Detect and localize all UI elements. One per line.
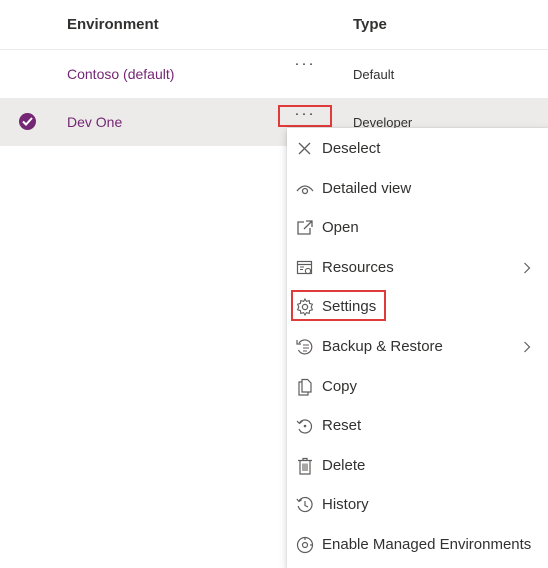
eye-icon: [295, 179, 315, 199]
open-in-new-window-icon: [295, 218, 315, 238]
close-icon: [295, 139, 315, 159]
more-actions-button[interactable]: ···: [278, 105, 332, 127]
menu-item-label: Resources: [322, 259, 394, 276]
menu-item-detailed-view[interactable]: Detailed view: [287, 169, 548, 207]
history-icon: [295, 495, 315, 515]
menu-item-backup-restore[interactable]: Backup & Restore: [287, 327, 548, 365]
menu-item-label: Copy: [322, 378, 358, 395]
menu-item-label: Enable Managed Environments: [322, 536, 532, 553]
menu-item-label: Reset: [322, 417, 362, 434]
more-actions-button[interactable]: ···: [278, 56, 332, 79]
table-row[interactable]: Contoso (default) ··· Default: [0, 50, 548, 99]
menu-item-history[interactable]: History: [287, 485, 548, 523]
menu-item-label: Open: [322, 219, 359, 236]
menu-item-deselect[interactable]: Deselect: [287, 129, 548, 167]
trash-icon: [295, 456, 315, 476]
resources-icon: [295, 258, 315, 278]
chevron-right-icon: [523, 340, 531, 358]
chevron-right-icon: [523, 261, 531, 279]
backup-restore-icon: [295, 337, 315, 357]
menu-item-label: Backup & Restore: [322, 338, 443, 355]
menu-item-delete[interactable]: Delete: [287, 446, 548, 484]
environment-type: Default: [353, 67, 395, 82]
menu-item-resources[interactable]: Resources: [287, 248, 548, 286]
copy-icon: [295, 377, 315, 397]
menu-item-label: Delete: [322, 457, 366, 474]
column-header-environment[interactable]: Environment: [67, 16, 159, 33]
grid-header: Environment Type: [0, 0, 548, 50]
context-menu: Deselect Detailed view Open Resources Se…: [287, 128, 548, 568]
column-header-type[interactable]: Type: [353, 16, 387, 33]
environment-name-link[interactable]: Contoso (default): [67, 66, 174, 82]
menu-item-open[interactable]: Open: [287, 208, 548, 246]
menu-item-label: Detailed view: [322, 180, 412, 197]
menu-item-label: Deselect: [322, 140, 381, 157]
menu-item-copy[interactable]: Copy: [287, 367, 548, 405]
managed-environment-icon: [295, 535, 315, 555]
environment-name-link[interactable]: Dev One: [67, 114, 122, 130]
menu-item-enable-managed-environments[interactable]: Enable Managed Environments: [287, 525, 548, 563]
menu-item-reset[interactable]: Reset: [287, 406, 548, 444]
reset-icon: [295, 416, 315, 436]
row-selected-check-icon[interactable]: [19, 113, 36, 130]
settings-highlight-box: [291, 290, 386, 321]
menu-item-label: History: [322, 496, 369, 513]
